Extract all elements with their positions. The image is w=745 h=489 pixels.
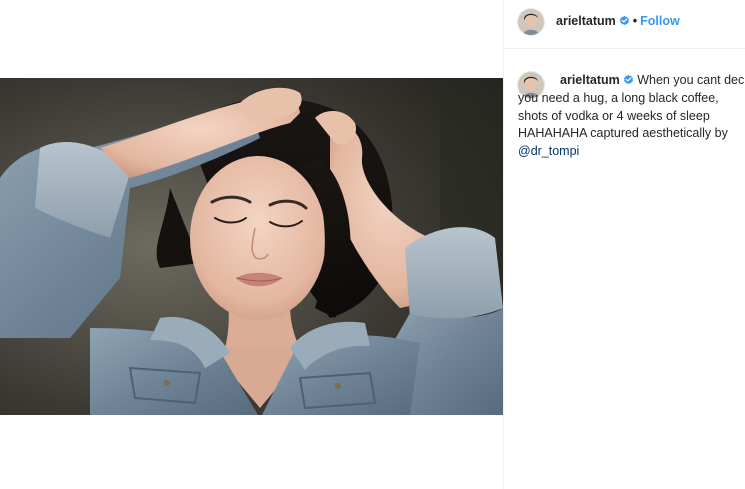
header-user-line: arieltatum • Follow	[556, 14, 680, 28]
post-header: arieltatum • Follow	[504, 0, 745, 49]
header-separator: •	[632, 14, 638, 28]
caption-line-2: you need a hug, a long black coffee,	[518, 90, 719, 105]
header-avatar[interactable]	[518, 9, 544, 35]
caption-line-4: HAHAHAHA captured aesthetically by	[518, 126, 728, 141]
caption-line-3: shots of vodka or 4 weeks of sleep	[518, 108, 710, 123]
caption-text: arieltatum When you cant decide you need…	[518, 72, 745, 161]
caption-username[interactable]: arieltatum	[560, 73, 620, 87]
post-photo[interactable]	[0, 78, 503, 415]
avatar-image	[518, 9, 544, 35]
verified-badge-icon	[619, 15, 630, 26]
post-photo-illustration	[0, 78, 503, 415]
caption-mention-link[interactable]: @dr_tompi	[518, 143, 745, 161]
verified-badge-icon	[623, 73, 634, 85]
follow-button[interactable]: Follow	[640, 14, 680, 28]
post-side-panel: arieltatum • Follow arieltatum When you ca…	[504, 0, 745, 489]
media-area	[0, 0, 503, 489]
header-username[interactable]: arieltatum	[556, 14, 616, 28]
instagram-post-modal: arieltatum • Follow arieltatum When you ca…	[0, 0, 745, 489]
caption-line: arieltatum When you cant decide	[560, 72, 745, 90]
caption-line-1: When you cant decide	[637, 73, 745, 87]
